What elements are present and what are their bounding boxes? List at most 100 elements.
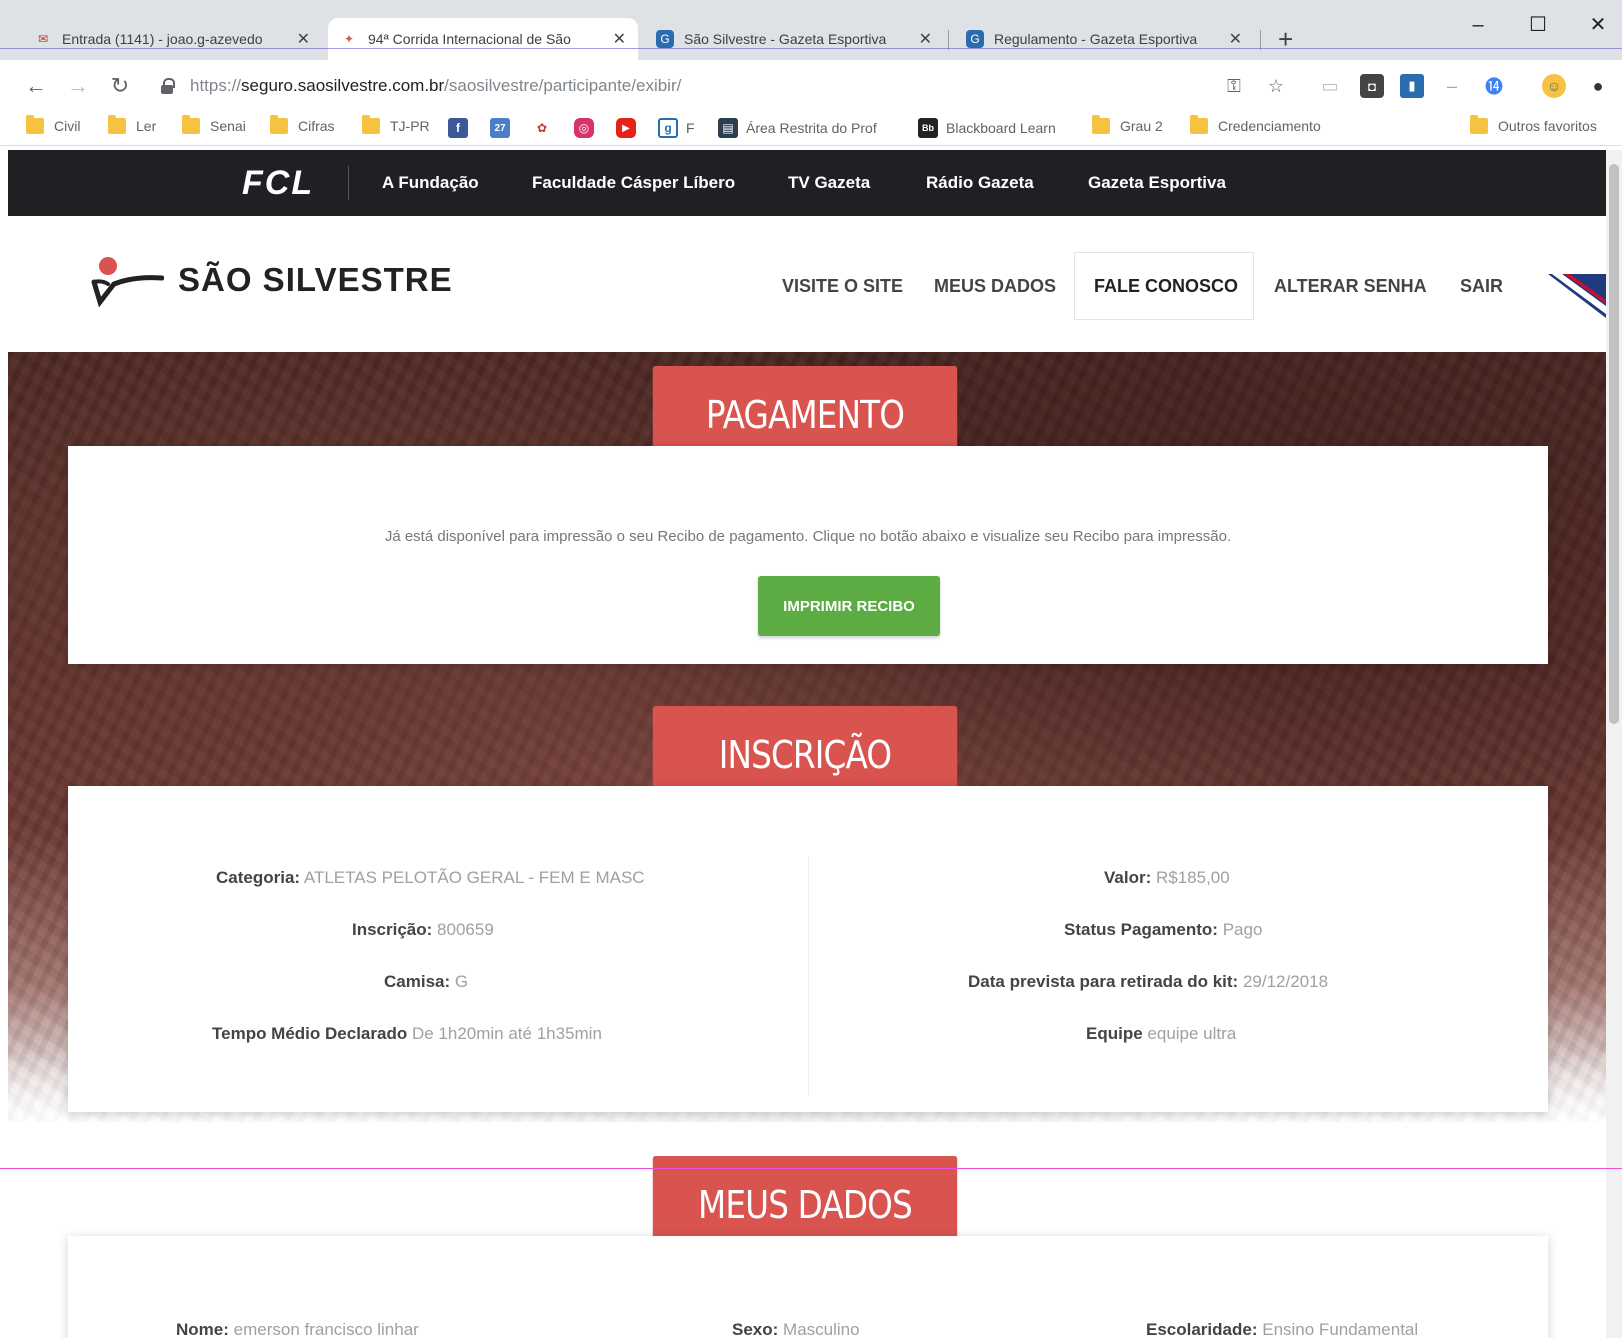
fcl-logo[interactable]: FCL [242,164,314,203]
menu-visite-o-site[interactable]: VISITE O SITE [782,276,903,297]
imprimir-recibo-button[interactable]: IMPRIMIR RECIBO [758,576,940,636]
other-bookmarks[interactable]: Outros favoritos [1470,115,1597,134]
field-label: Escolaridade: [1146,1320,1258,1338]
field-label: Tempo Médio Declarado [212,1024,408,1043]
bookmark-extension-icon[interactable]: ▮ [1400,74,1424,98]
field-label: Status Pagamento: [1064,920,1218,939]
field-status-pagamento: Status Pagamento: Pago [1064,920,1262,940]
maximize-button[interactable]: ☐ [1518,10,1558,40]
extension-dash-icon[interactable]: – [1440,74,1464,98]
dados-pessoais-card: Nome: emerson francisco linhar Sexo: Mas… [68,1236,1548,1338]
field-tempo-medio: Tempo Médio Declarado De 1h20min até 1h3… [212,1024,602,1044]
bookmark-label: Credenciamento [1218,118,1321,134]
bookmark-label: Outros favoritos [1498,118,1597,134]
browser-tab-active[interactable]: ✦ 94ª Corrida Internacional de São ✕ [328,18,638,60]
tab-title: Entrada (1141) - joao.g-azevedo [62,31,263,47]
fcl-top-bar: FCL A Fundação Faculdade Cásper Líbero T… [8,150,1606,216]
forward-button[interactable]: → [62,70,94,102]
field-camisa: Camisa: G [384,972,468,992]
menu-meus-dados[interactable]: MEUS DADOS [934,276,1056,297]
browser-tab[interactable]: G Regulamento - Gazeta Esportiva ✕ [954,18,1254,60]
tab-title: 94ª Corrida Internacional de São [368,31,571,47]
fcl-link-faculdade[interactable]: Faculdade Cásper Líbero [532,173,735,193]
bookmark-blackboard[interactable]: Bb Blackboard Learn [918,118,1056,138]
bookmark-label: TJ-PR [390,118,430,134]
tab-title: São Silvestre - Gazeta Esportiva [684,31,887,47]
bookmark-facebook[interactable]: f [448,118,476,138]
folder-icon [26,115,44,134]
tab-separator [948,30,949,50]
sao-silvestre-logo[interactable] [86,254,164,310]
field-label: Nome: [176,1320,229,1338]
field-value: 800659 [437,920,494,939]
fcl-link-gazeta-esportiva[interactable]: Gazeta Esportiva [1088,173,1226,193]
menu-icon[interactable]: ● [1586,74,1610,98]
profile-avatar[interactable]: ☺ [1542,74,1566,98]
instagram-icon: ◎ [574,118,594,138]
folder-icon [270,115,288,134]
browser-tab[interactable]: G São Silvestre - Gazeta Esportiva ✕ [644,18,944,60]
field-label: Inscrição: [352,920,433,939]
bookmark-label: Blackboard Learn [946,120,1056,136]
bookmark-credenciamento[interactable]: Credenciamento [1190,115,1321,134]
menu-alterar-senha[interactable]: ALTERAR SENHA [1274,276,1427,297]
guide-line [0,48,1622,49]
fcl-link-fundacao[interactable]: A Fundação [382,173,479,193]
site-title[interactable]: SÃO SILVESTRE [178,261,453,299]
close-tab-icon[interactable]: ✕ [919,29,932,49]
new-tab-button[interactable]: + [1278,24,1293,54]
bookmark-gazeta-f[interactable]: gF [658,118,695,138]
divider [808,856,809,1096]
star-icon[interactable]: ☆ [1264,74,1288,98]
scrollbar-thumb[interactable] [1609,164,1619,724]
back-button[interactable]: ← [20,70,52,102]
field-data-retirada-kit: Data prevista para retirada do kit: 29/1… [968,972,1328,992]
bookmark-calendar[interactable]: 27 [490,118,518,138]
field-label: Equipe [1086,1024,1143,1043]
key-icon[interactable]: ⚿ [1222,74,1246,98]
close-tab-icon[interactable]: ✕ [1229,29,1242,49]
reload-button[interactable]: ↻ [104,70,136,102]
pagamento-card: Já está disponível para impressão o seu … [68,446,1548,664]
browser-tab-bar: ✉ Entrada (1141) - joao.g-azevedo ✕ ✦ 94… [0,0,1622,60]
extension-circle-icon[interactable]: ⓮ [1482,74,1506,98]
bookmark-tjpr[interactable]: TJ-PR [362,115,430,134]
bookmark-ler[interactable]: Ler [108,115,156,134]
close-window-button[interactable]: ✕ [1578,10,1618,40]
browser-tab[interactable]: ✉ Entrada (1141) - joao.g-azevedo ✕ [22,18,322,60]
bookmark-grau2[interactable]: Grau 2 [1092,115,1163,134]
gazeta-icon: G [966,30,984,48]
bookmark-cifras[interactable]: Cifras [270,115,335,134]
close-tab-icon[interactable]: ✕ [613,29,626,49]
fcl-link-tv-gazeta[interactable]: TV Gazeta [788,173,870,193]
minimize-button[interactable]: – [1458,10,1498,40]
address-bar[interactable]: https:// seguro.saosilvestre.com.br /sao… [160,68,1260,104]
calendar-icon: 27 [490,118,510,138]
folder-icon [1190,115,1208,134]
bookmark-youtube[interactable]: ▶ [616,118,644,138]
menu-fale-conosco[interactable]: FALE CONOSCO [1094,276,1238,297]
field-value: R$185,00 [1155,868,1230,887]
url-path: /saosilvestre/participante/exibir/ [444,76,682,95]
cast-icon[interactable]: ▭ [1318,74,1342,98]
guide-line [0,1168,1622,1169]
folder-icon [1470,115,1488,134]
bookmark-label: Civil [54,118,81,134]
field-value: 29/12/2018 [1242,972,1329,991]
menu-sair[interactable]: SAIR [1460,276,1503,297]
bookmark-senai[interactable]: Senai [182,115,246,134]
page-scrollbar[interactable] [1606,150,1622,1338]
field-value: emerson francisco linhar [233,1320,419,1338]
pagamento-heading: PAGAMENTO [652,366,958,446]
bookmark-civil[interactable]: Civil [26,115,81,134]
bookmark-instagram[interactable]: ◎ [574,118,602,138]
extension-pocket-icon[interactable]: ◘ [1360,74,1384,98]
fcl-link-radio-gazeta[interactable]: Rádio Gazeta [926,173,1034,193]
bookmark-label: Senai [210,118,246,134]
close-tab-icon[interactable]: ✕ [297,29,310,49]
field-escolaridade: Escolaridade: Ensino Fundamental [1146,1320,1418,1338]
field-label: Sexo: [732,1320,779,1338]
bookmark-area-restrita[interactable]: ▤ Área Restrita do Prof [718,118,877,138]
uk-flag-icon[interactable] [1548,274,1606,318]
bookmark-cherries[interactable]: ✿ [532,118,560,138]
